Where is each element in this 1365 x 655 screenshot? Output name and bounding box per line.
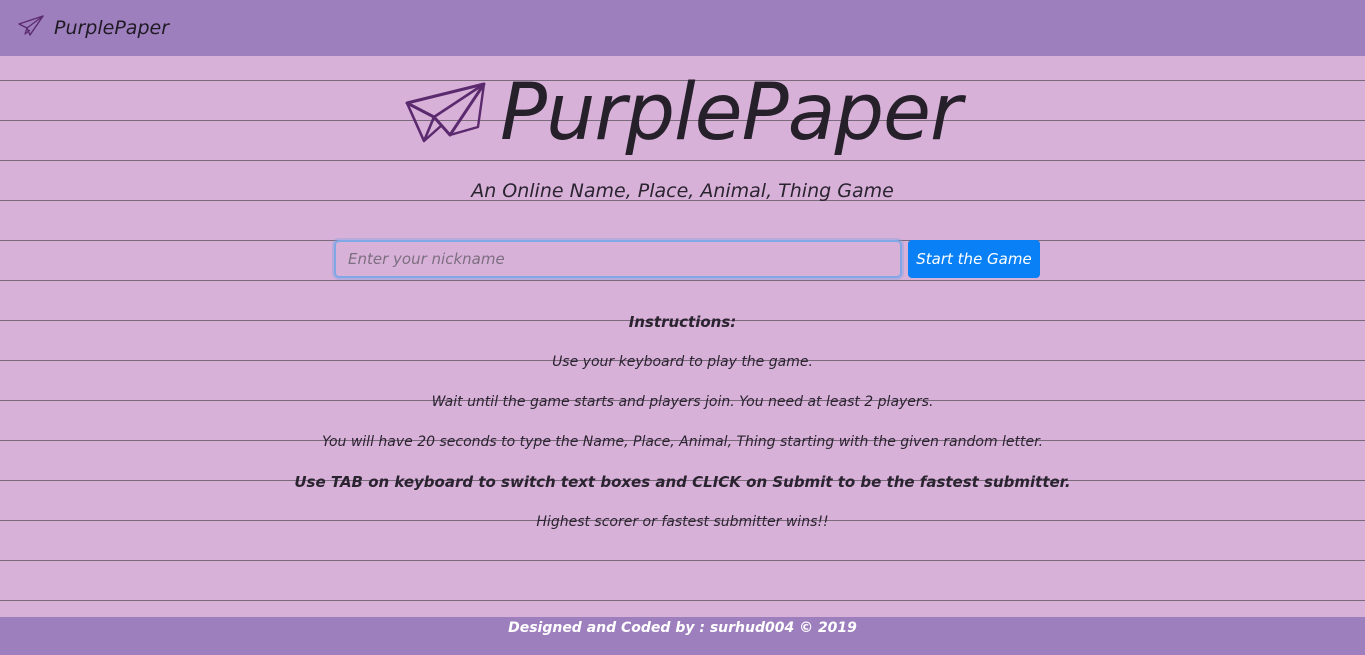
instructions-section: Instructions: Use your keyboard to play … xyxy=(0,310,1365,550)
instruction-item: Use TAB on keyboard to switch text boxes… xyxy=(294,473,1071,491)
page-title: PurplePaper xyxy=(499,68,962,158)
instruction-item: Use your keyboard to play the game. xyxy=(552,354,813,370)
instruction-item: You will have 20 seconds to type the Nam… xyxy=(321,434,1044,450)
nickname-form: Start the Game xyxy=(334,240,1040,278)
navbar-brand-text: PurplePaper xyxy=(54,17,170,39)
footer: Designed and Coded by : surhud004 © 2019 xyxy=(0,617,1365,655)
paper-plane-icon xyxy=(18,15,44,41)
start-game-button[interactable]: Start the Game xyxy=(908,240,1040,278)
paper-plane-icon xyxy=(404,75,488,151)
navbar-brand-link[interactable]: PurplePaper xyxy=(18,14,169,42)
navbar: PurplePaper xyxy=(0,0,1365,56)
instruction-item: Wait until the game starts and players j… xyxy=(431,394,934,410)
instructions-heading: Instructions: xyxy=(628,313,737,331)
page-subtitle: An Online Name, Place, Animal, Thing Gam… xyxy=(471,180,894,202)
footer-credits: Designed and Coded by : surhud004 © 2019 xyxy=(508,620,857,636)
nickname-input[interactable] xyxy=(334,240,902,278)
instruction-item: Highest scorer or fastest submitter wins… xyxy=(536,514,829,530)
hero-header: PurplePaper xyxy=(0,58,1365,168)
